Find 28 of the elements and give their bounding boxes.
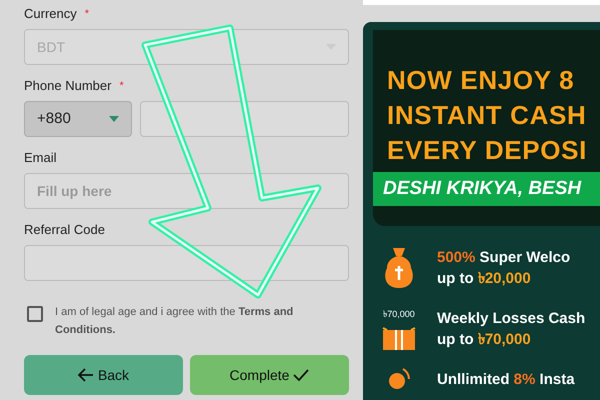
agreement-checkbox[interactable] xyxy=(27,306,43,322)
slogan-ribbon: DESHI KRIKYA, BESH xyxy=(373,172,600,206)
headline-text: INSTANT CASH xyxy=(387,99,588,132)
check-icon xyxy=(293,369,310,381)
back-button[interactable]: Back xyxy=(24,355,183,395)
back-arrow-icon xyxy=(78,368,94,382)
promo-text: Unllimited 8% Insta xyxy=(437,370,575,390)
amount-label: ৳70,000 xyxy=(383,308,415,322)
agreement-text: I am of legal age and i agree with the Terms and Conditions. xyxy=(55,305,294,338)
promo-text: 500% Super Welco xyxy=(437,248,570,268)
promo-text: Weekly Losses Cash xyxy=(437,309,586,329)
country-code-select[interactable]: +880 xyxy=(24,101,132,137)
field-label: Phone Number xyxy=(24,77,112,96)
required-mark: * xyxy=(119,78,124,94)
headline-text: EVERY DEPOSI xyxy=(387,134,588,167)
headline-text: NOW ENJOY 8 xyxy=(387,64,576,97)
field-label: Referral Code xyxy=(24,221,105,240)
text-input[interactable] xyxy=(24,245,349,281)
promo-text: up to ৳20,000 xyxy=(437,269,532,289)
text-input[interactable]: Fill up here xyxy=(24,173,349,209)
field-label: Email xyxy=(24,149,57,168)
field-label: Currency xyxy=(24,5,77,24)
phone-input[interactable] xyxy=(140,101,349,137)
complete-button[interactable]: Complete xyxy=(190,355,349,395)
required-mark: * xyxy=(84,6,90,22)
promo-text: up to ৳70,000 xyxy=(437,330,532,350)
coin-icon xyxy=(388,368,410,390)
caret-icon xyxy=(109,116,119,122)
